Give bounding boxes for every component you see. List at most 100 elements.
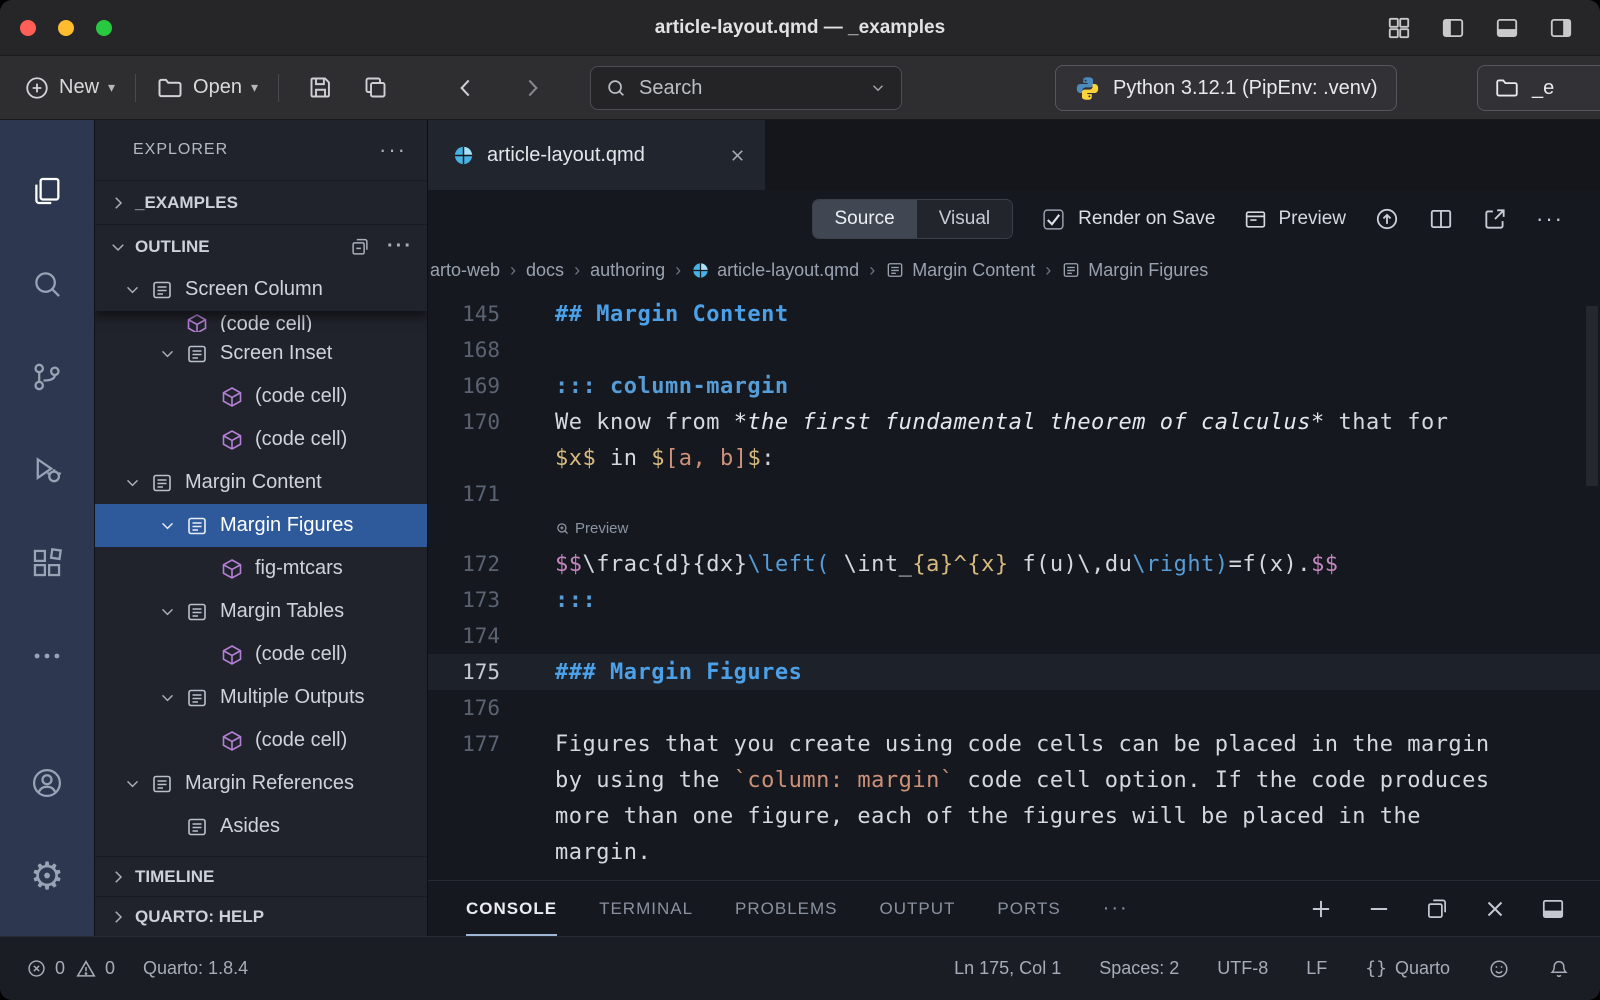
- outline-item-asides[interactable]: Asides: [95, 805, 427, 848]
- section-quarto-help[interactable]: QUARTO: HELP: [95, 896, 427, 936]
- panel-tab-bar: CONSOLE TERMINAL PROBLEMS OUTPUT PORTS ·…: [428, 880, 1600, 936]
- explorer-more-icon[interactable]: ···: [379, 137, 407, 163]
- outline-item-multiple-outputs[interactable]: Multiple Outputs: [95, 676, 427, 719]
- settings-gear-icon[interactable]: ⚙: [0, 829, 95, 922]
- back-icon[interactable]: [433, 75, 499, 101]
- save-icon[interactable]: [293, 74, 348, 101]
- chevron-down-icon: [109, 238, 127, 256]
- breadcrumb-item[interactable]: authoring: [590, 260, 665, 281]
- panel-tab-ports[interactable]: PORTS: [997, 881, 1060, 936]
- section-timeline[interactable]: TIMELINE: [95, 856, 427, 896]
- panel-tab-console[interactable]: CONSOLE: [466, 881, 557, 936]
- panel-more-icon[interactable]: ···: [1103, 897, 1129, 920]
- eol-status[interactable]: LF: [1306, 958, 1327, 979]
- collapse-all-icon[interactable]: [349, 236, 371, 258]
- encoding-status[interactable]: UTF-8: [1217, 958, 1268, 979]
- workspace-button[interactable]: _e: [1477, 65, 1600, 111]
- section-outline[interactable]: OUTLINE ···: [95, 224, 427, 268]
- language-mode-status[interactable]: {} Quarto: [1365, 958, 1450, 979]
- current-line[interactable]: 175### Margin Figures: [428, 654, 1600, 690]
- app-window: article-layout.qmd — _examples New ▾ Ope…: [0, 0, 1600, 1000]
- chevron-down-icon[interactable]: [869, 79, 887, 97]
- panel-tab-problems[interactable]: PROBLEMS: [735, 881, 837, 936]
- forward-icon[interactable]: [499, 75, 565, 101]
- chevron-down-icon[interactable]: [150, 517, 185, 534]
- feedback-smiley-icon[interactable]: [1488, 958, 1510, 980]
- split-editor-icon[interactable]: [1428, 206, 1454, 232]
- panel-tab-terminal[interactable]: TERMINAL: [599, 881, 693, 936]
- outline-item-fig-mtcars[interactable]: fig-mtcars: [95, 547, 427, 590]
- warnings-status[interactable]: 0: [75, 958, 115, 980]
- customize-layout-icon[interactable]: [1386, 15, 1412, 41]
- outline-item-margin-references[interactable]: Margin References: [95, 762, 427, 805]
- search-input[interactable]: Search: [590, 66, 902, 110]
- open-in-new-window-icon[interactable]: [1482, 206, 1508, 232]
- render-on-save-checkbox[interactable]: Render on Save: [1041, 207, 1215, 232]
- interpreter-selector-button[interactable]: Python 3.12.1 (PipEnv: .venv): [1055, 65, 1397, 111]
- outline-item-code-cell[interactable]: (code cell): [95, 633, 427, 676]
- outline-more-icon[interactable]: ···: [387, 235, 413, 258]
- chevron-down-icon[interactable]: [150, 345, 185, 362]
- visual-mode-button[interactable]: Visual: [917, 200, 1012, 238]
- restore-panel-icon[interactable]: [1424, 896, 1450, 922]
- tab-article-layout[interactable]: article-layout.qmd: [428, 120, 765, 190]
- outline-item-code-cell[interactable]: (code cell): [95, 375, 427, 418]
- code-cell-icon: [220, 729, 246, 753]
- search-activity-icon[interactable]: [0, 237, 95, 330]
- section-examples[interactable]: _EXAMPLES: [95, 180, 427, 224]
- quarto-version-status[interactable]: Quarto: 1.8.4: [143, 958, 248, 979]
- panel-tab-output[interactable]: OUTPUT: [880, 881, 956, 936]
- outline-item-margin-figures[interactable]: Margin Figures: [95, 504, 427, 547]
- outline-item-margin-tables[interactable]: Margin Tables: [95, 590, 427, 633]
- save-all-icon[interactable]: [348, 74, 403, 101]
- minimize-panel-icon[interactable]: [1366, 896, 1392, 922]
- chevron-down-icon[interactable]: [115, 775, 150, 792]
- cursor-position-status[interactable]: Ln 175, Col 1: [954, 958, 1061, 979]
- run-debug-icon[interactable]: [0, 423, 95, 516]
- notifications-bell-icon[interactable]: [1548, 958, 1570, 980]
- breadcrumb-item-file[interactable]: article-layout.qmd: [691, 260, 859, 281]
- more-actions-icon[interactable]: [0, 609, 95, 702]
- section-symbol-icon: [885, 260, 905, 280]
- panel-layout-icon[interactable]: [1540, 896, 1566, 922]
- close-panel-icon[interactable]: [1482, 896, 1508, 922]
- outline-item-screen-column[interactable]: Screen Column: [95, 268, 427, 311]
- breadcrumb-item-section[interactable]: Margin Content: [885, 260, 1035, 281]
- breadcrumb-item-section[interactable]: Margin Figures: [1061, 260, 1208, 281]
- source-mode-button[interactable]: Source: [813, 200, 917, 238]
- breadcrumb-item[interactable]: docs: [526, 260, 564, 281]
- outline-item-code-cell[interactable]: (code cell): [95, 719, 427, 762]
- source-control-icon[interactable]: [0, 330, 95, 423]
- chevron-down-icon[interactable]: [150, 689, 185, 706]
- toggle-panel-icon[interactable]: [1494, 15, 1520, 41]
- account-icon[interactable]: [0, 736, 95, 829]
- extensions-icon[interactable]: [0, 516, 95, 609]
- chevron-right-icon: [109, 194, 127, 212]
- preview-button[interactable]: Preview: [1243, 207, 1346, 232]
- indentation-status[interactable]: Spaces: 2: [1099, 958, 1179, 979]
- editor-more-actions-icon[interactable]: ···: [1536, 206, 1564, 232]
- close-tab-icon[interactable]: [728, 146, 747, 165]
- errors-status[interactable]: 0: [26, 958, 65, 979]
- explorer-activity-icon[interactable]: [0, 144, 95, 237]
- titlebar: article-layout.qmd — _examples: [0, 0, 1600, 56]
- toggle-right-sidebar-icon[interactable]: [1548, 15, 1574, 41]
- outline-item-code-cell[interactable]: (code cell): [95, 311, 427, 332]
- toggle-left-sidebar-icon[interactable]: [1440, 15, 1466, 41]
- outline-item-code-cell[interactable]: (code cell): [95, 418, 427, 461]
- chevron-right-icon: ›: [510, 260, 516, 281]
- math-preview-button[interactable]: Preview: [555, 520, 628, 537]
- editor-scrollbar[interactable]: [1586, 306, 1598, 486]
- code-cell-icon: [220, 428, 246, 452]
- open-button[interactable]: Open ▾: [150, 74, 264, 102]
- publish-icon[interactable]: [1374, 206, 1400, 232]
- breadcrumb-item[interactable]: arto-web: [430, 260, 500, 281]
- chevron-down-icon[interactable]: [115, 474, 150, 491]
- outline-item-screen-inset[interactable]: Screen Inset: [95, 332, 427, 375]
- chevron-down-icon[interactable]: [150, 603, 185, 620]
- chevron-down-icon[interactable]: [115, 281, 150, 298]
- new-console-plus-icon[interactable]: [1308, 896, 1334, 922]
- outline-item-margin-content[interactable]: Margin Content: [95, 461, 427, 504]
- new-button[interactable]: New ▾: [18, 75, 121, 101]
- code-editor[interactable]: 145## Margin Content 168 169::: column-m…: [428, 292, 1600, 880]
